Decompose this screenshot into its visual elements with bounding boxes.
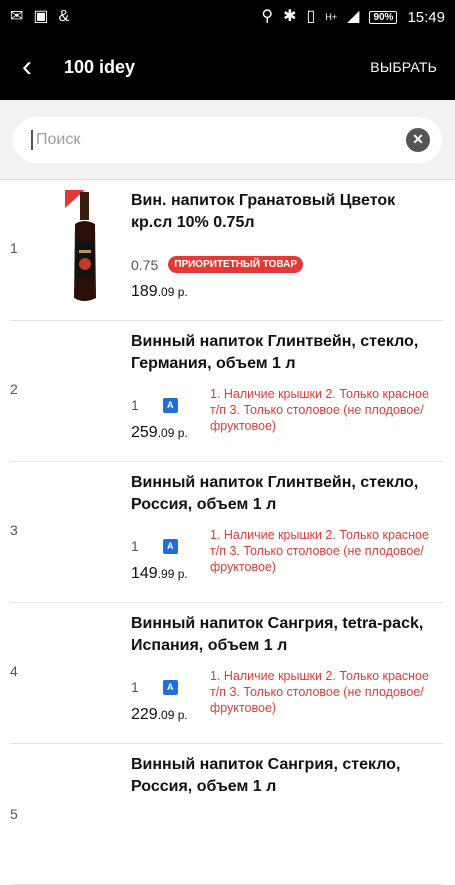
- location-icon: ⚲: [261, 8, 274, 25]
- item-meta: 1 А: [131, 397, 178, 413]
- item-number: 2: [10, 381, 18, 397]
- price-rubles: 189: [131, 283, 158, 300]
- item-number: 4: [10, 663, 18, 679]
- page-title: 100 idey: [64, 56, 136, 77]
- bluetooth-icon: ✱: [283, 8, 297, 25]
- price-kopecks: .09 р.: [157, 285, 188, 299]
- price-rubles: 229: [131, 706, 158, 723]
- status-left: ✉ ▣ &: [10, 9, 69, 25]
- clear-search-icon[interactable]: ✕: [406, 127, 430, 152]
- price-rubles: 149: [131, 565, 158, 582]
- category-a-badge: А: [162, 679, 178, 695]
- item-number: 3: [10, 522, 18, 538]
- price-kopecks: .99 р.: [157, 567, 188, 581]
- list-item[interactable]: 4 Винный напиток Сангрия, tetra-pack, Ис…: [10, 603, 443, 744]
- product-name: Винный напиток Сангрия, стекло, Россия, …: [131, 756, 401, 795]
- price: 259.09 р.: [131, 424, 188, 442]
- item-meta: 1 А: [131, 679, 178, 695]
- product-name: Винный напиток Глинтвейн, стекло, Россия…: [131, 474, 419, 513]
- mail-icon: ✉: [10, 8, 24, 25]
- quantity: 0.75: [131, 256, 159, 273]
- product-name: Вин. напиток Гранатовый Цветок кр.сл 10%…: [131, 192, 396, 231]
- choose-button[interactable]: ВЫБРАТЬ: [370, 59, 437, 75]
- item-number: 5: [10, 806, 18, 822]
- price: 229.09 р.: [131, 706, 188, 724]
- requirements-note: 1. Наличие крышки 2. Только красное т/п …: [210, 387, 429, 433]
- wine-bottle-image: [65, 190, 96, 301]
- item-number: 1: [10, 240, 18, 256]
- clock: 15:49: [407, 8, 445, 26]
- status-bar: ✉ ▣ & ⚲ ✱ ▯ H+ ◢ 90% 15:49: [0, 0, 455, 34]
- search-input[interactable]: [31, 129, 406, 150]
- quantity: 1: [131, 397, 139, 413]
- image-icon: ▣: [33, 8, 49, 25]
- list-item[interactable]: 2 Винный напиток Глинтвейн, стекло, Герм…: [10, 321, 443, 462]
- ampersand-icon: &: [58, 8, 70, 25]
- battery-indicator: 90%: [369, 10, 398, 24]
- list-item[interactable]: 3 Винный напиток Глинтвейн, стекло, Росс…: [10, 462, 443, 603]
- signal-icon: ◢: [347, 8, 360, 25]
- list-item[interactable]: 1 Вин. напиток Гранатовый Цветок кр.сл 1…: [10, 180, 443, 321]
- price-kopecks: .09 р.: [157, 426, 188, 440]
- price-kopecks: .09 р.: [157, 708, 188, 722]
- quantity: 1: [131, 679, 139, 695]
- requirements-note: 1. Наличие крышки 2. Только красное т/п …: [210, 528, 429, 574]
- back-arrow-icon[interactable]: ‹: [22, 52, 42, 82]
- vibrate-icon: ▯: [306, 8, 316, 25]
- product-name: Винный напиток Сангрия, tetra-pack, Испа…: [131, 615, 424, 654]
- priority-badge: ПРИОРИТЕТНЫЙ ТОВАР: [168, 256, 304, 273]
- status-right: ⚲ ✱ ▯ H+ ◢ 90% 15:49: [261, 9, 445, 26]
- network-type: H+: [325, 12, 338, 22]
- price-rubles: 259: [131, 424, 158, 441]
- category-a-badge: А: [162, 397, 178, 413]
- price: 149.99 р.: [131, 565, 188, 583]
- requirements-note: 1. Наличие крышки 2. Только красное т/п …: [210, 669, 429, 715]
- price: 189.09 р.: [131, 283, 188, 301]
- product-name: Винный напиток Глинтвейн, стекло, Герман…: [131, 333, 419, 372]
- search-area: ✕: [0, 100, 455, 180]
- search-box: ✕: [13, 116, 442, 163]
- category-a-badge: А: [162, 538, 178, 554]
- list-item[interactable]: 5 Винный напиток Сангрия, стекло, Россия…: [10, 744, 443, 885]
- quantity: 1: [131, 538, 139, 554]
- product-list: 1 Вин. напиток Гранатовый Цветок кр.сл 1…: [0, 180, 455, 885]
- item-meta: 1 А: [131, 538, 178, 554]
- app-bar: ‹ 100 idey ВЫБРАТЬ: [0, 34, 455, 100]
- item-meta: 0.75 ПРИОРИТЕТНЫЙ ТОВАР: [131, 256, 304, 273]
